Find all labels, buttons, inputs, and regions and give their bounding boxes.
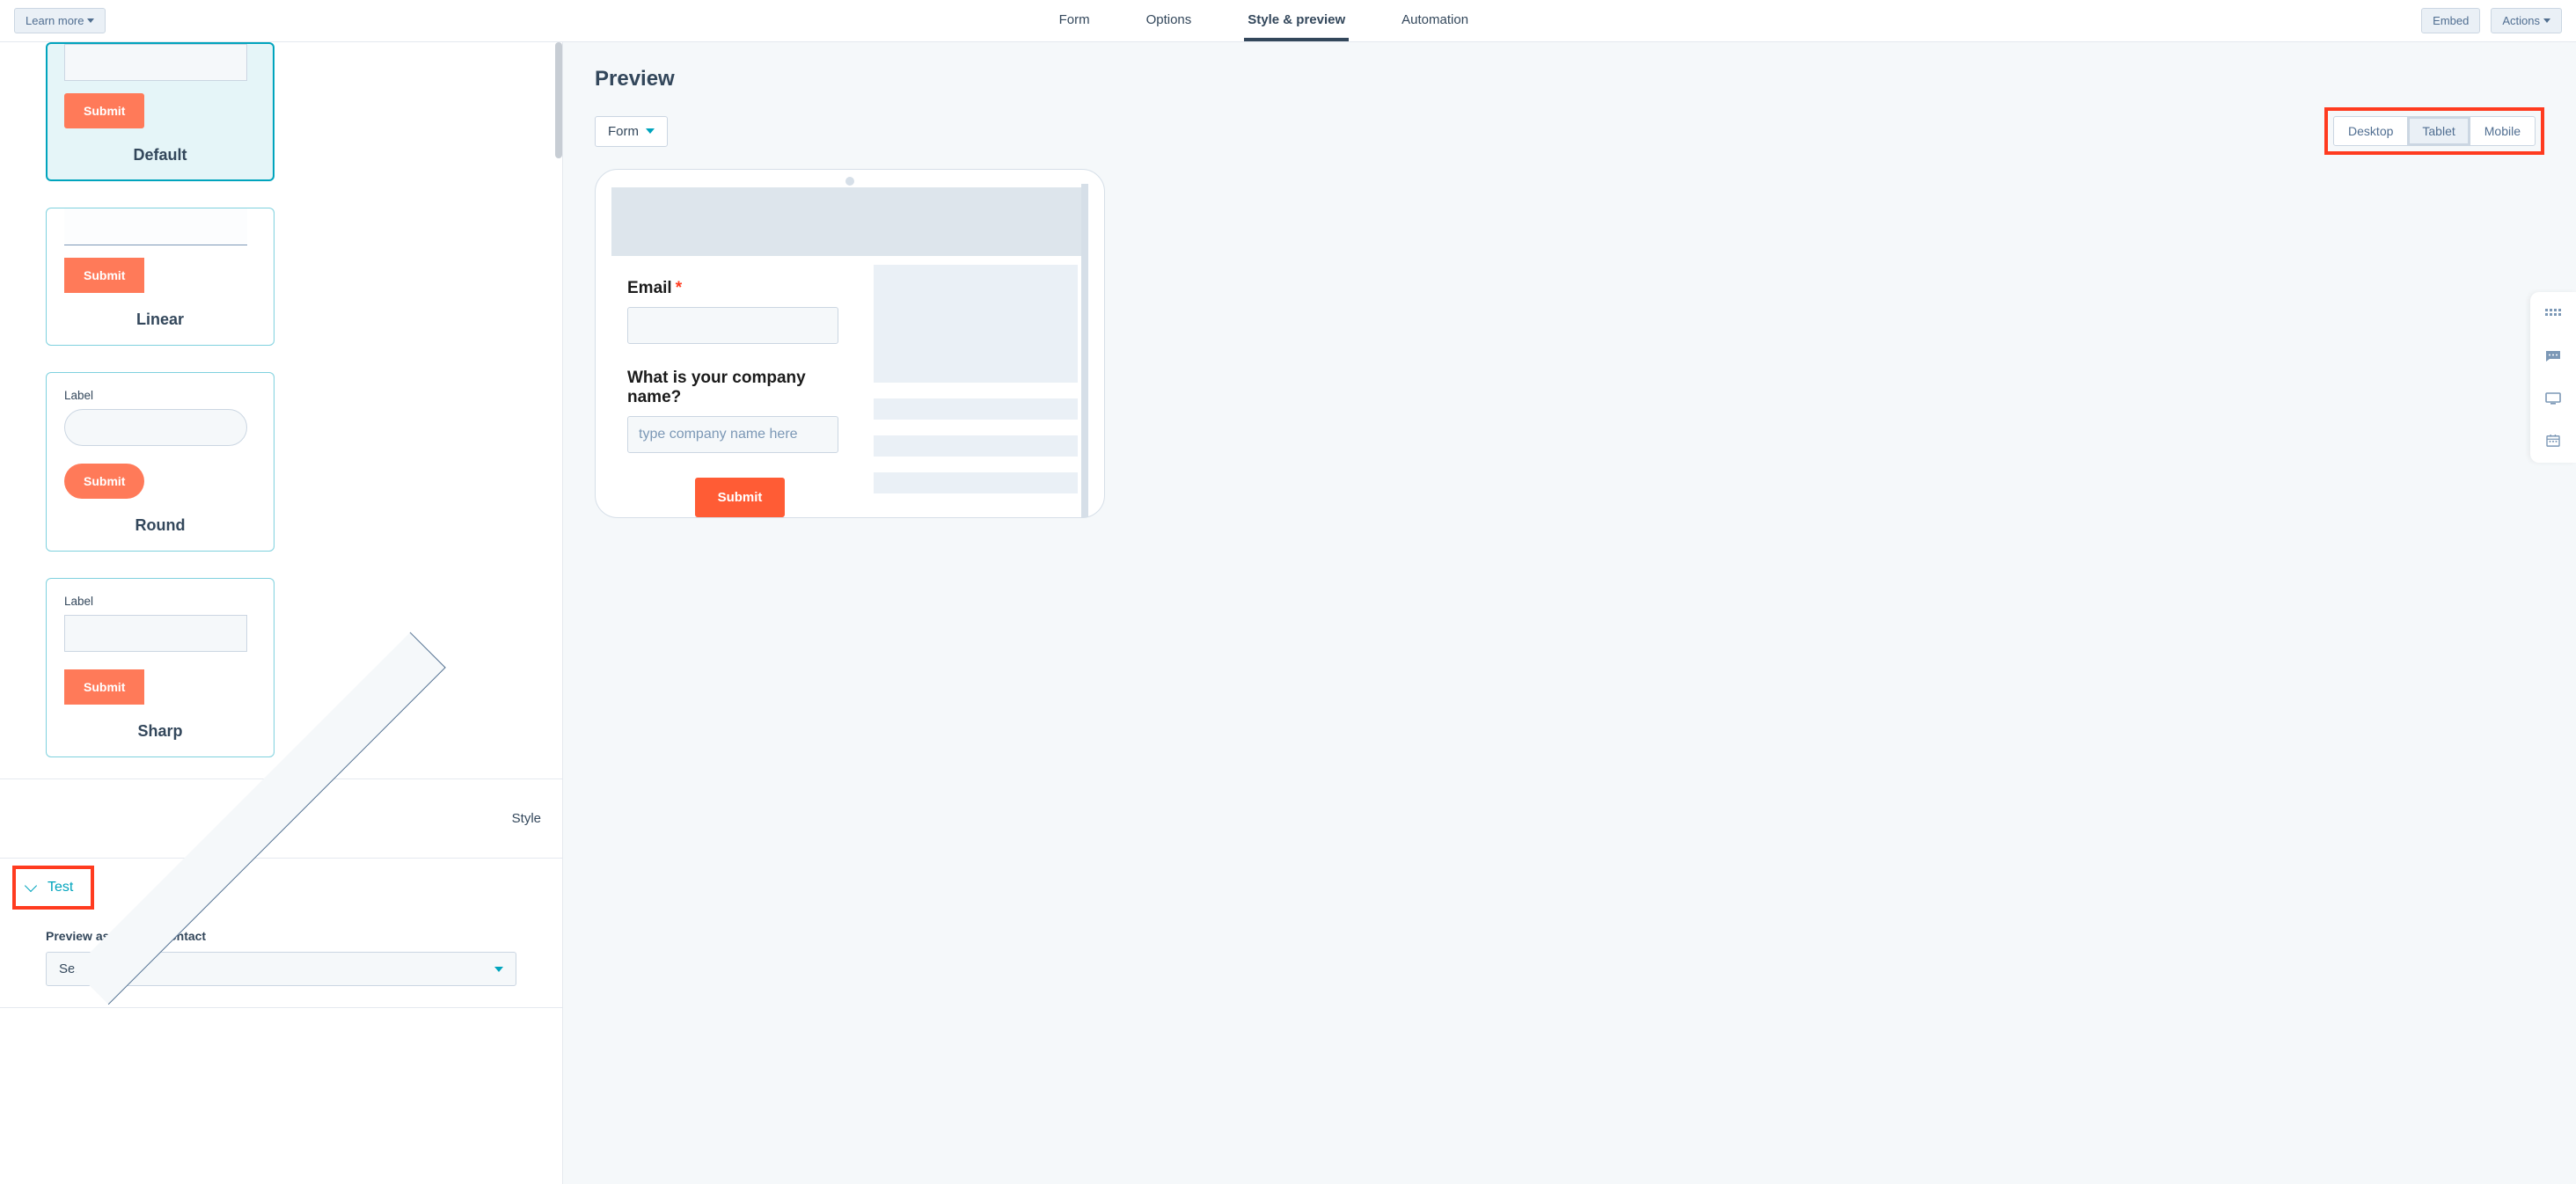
card-submit-preview: Submit	[64, 464, 144, 499]
accordion-label: Style	[512, 811, 541, 826]
card-input-preview	[64, 208, 247, 245]
card-submit-preview: Submit	[64, 258, 144, 293]
card-submit-preview: Submit	[64, 669, 144, 705]
learn-more-button[interactable]: Learn more	[14, 8, 106, 33]
skeleton-block	[874, 265, 1078, 383]
accordion: Style Test Preview as specific contact S…	[0, 778, 562, 1008]
accordion-item-test: Test Preview as specific contact Search	[0, 859, 562, 1008]
tab-options[interactable]: Options	[1143, 0, 1196, 41]
preview-type-select[interactable]: Form	[595, 116, 668, 147]
tablet-header-skeleton	[611, 187, 1081, 256]
required-asterisk-icon: *	[676, 279, 682, 298]
actions-label: Actions	[2502, 14, 2540, 27]
topnav-tabs: Form Options Style & preview Automation	[106, 0, 2421, 41]
card-label: Label	[64, 389, 256, 402]
email-field[interactable]	[627, 307, 838, 344]
card-title: Linear	[64, 303, 256, 338]
style-card-sharp[interactable]: Label Submit Sharp	[46, 578, 274, 757]
card-title: Round	[64, 509, 256, 544]
chevron-down-icon	[25, 880, 37, 892]
tab-form[interactable]: Form	[1056, 0, 1094, 41]
skeleton-line	[874, 472, 1078, 493]
accordion-header-test[interactable]: Test	[12, 866, 94, 910]
learn-more-label: Learn more	[26, 14, 84, 27]
actions-button[interactable]: Actions	[2491, 8, 2562, 33]
card-input-preview	[64, 44, 247, 81]
chevron-down-icon	[87, 18, 94, 23]
preview-type-label: Form	[608, 124, 639, 139]
chevron-down-icon	[646, 128, 655, 134]
card-input-preview	[64, 409, 247, 446]
device-tablet[interactable]: Tablet	[2408, 117, 2470, 145]
right-icon-rail	[2530, 292, 2576, 463]
skeleton-line	[874, 435, 1078, 457]
tablet-frame: Email * What is your company name? type …	[595, 169, 1105, 518]
device-segment-highlight: Desktop Tablet Mobile	[2324, 107, 2544, 155]
tab-style-preview[interactable]: Style & preview	[1244, 0, 1349, 41]
card-input-preview	[64, 615, 247, 652]
style-card-round[interactable]: Label Submit Round	[46, 372, 274, 552]
accordion-label: Test	[48, 880, 73, 895]
preview-panel: Preview Form Desktop Tablet Mobile	[563, 42, 2576, 1184]
left-panel: Submit Default Submit Linear Label Submi…	[0, 42, 563, 1184]
embed-button[interactable]: Embed	[2421, 8, 2480, 33]
card-title: Sharp	[64, 715, 256, 749]
device-desktop[interactable]: Desktop	[2334, 117, 2408, 145]
calendar-icon[interactable]	[2545, 435, 2561, 447]
device-segment: Desktop Tablet Mobile	[2333, 116, 2536, 146]
chat-icon[interactable]	[2545, 350, 2561, 362]
card-submit-preview: Submit	[64, 93, 144, 128]
chevron-down-icon	[2543, 18, 2550, 23]
style-card-default[interactable]: Submit Default	[46, 42, 274, 181]
style-card-linear[interactable]: Submit Linear	[46, 208, 274, 346]
grid-icon[interactable]	[2545, 308, 2561, 320]
device-mobile[interactable]: Mobile	[2470, 117, 2535, 145]
preview-controls: Form Desktop Tablet Mobile	[595, 107, 2544, 155]
company-placeholder: type company name here	[639, 427, 798, 442]
scrollbar[interactable]	[555, 42, 562, 158]
preview-heading: Preview	[595, 67, 2544, 91]
monitor-icon[interactable]	[2545, 392, 2561, 405]
card-title: Default	[64, 139, 256, 173]
tab-automation[interactable]: Automation	[1398, 0, 1472, 41]
card-label: Label	[64, 595, 256, 608]
preview-submit-button[interactable]: Submit	[695, 478, 786, 517]
field-label-company: What is your company name?	[627, 369, 853, 407]
skeleton-line	[874, 398, 1078, 420]
top-nav: Learn more Form Options Style & preview …	[0, 0, 2576, 42]
accordion-header-style[interactable]: Style	[0, 779, 562, 858]
accordion-header-test-wrap: Test	[0, 859, 562, 924]
company-name-field[interactable]: type company name here	[627, 416, 838, 453]
chevron-down-icon	[494, 967, 503, 972]
style-cards: Submit Default Submit Linear Label Submi…	[0, 42, 562, 778]
topnav-right: Embed Actions	[2421, 8, 2562, 33]
main-layout: Submit Default Submit Linear Label Submi…	[0, 42, 2576, 1184]
tablet-camera-icon	[845, 177, 854, 186]
field-label-email: Email *	[627, 279, 853, 298]
field-label-text: Email	[627, 279, 672, 298]
accordion-item-style: Style	[0, 779, 562, 859]
